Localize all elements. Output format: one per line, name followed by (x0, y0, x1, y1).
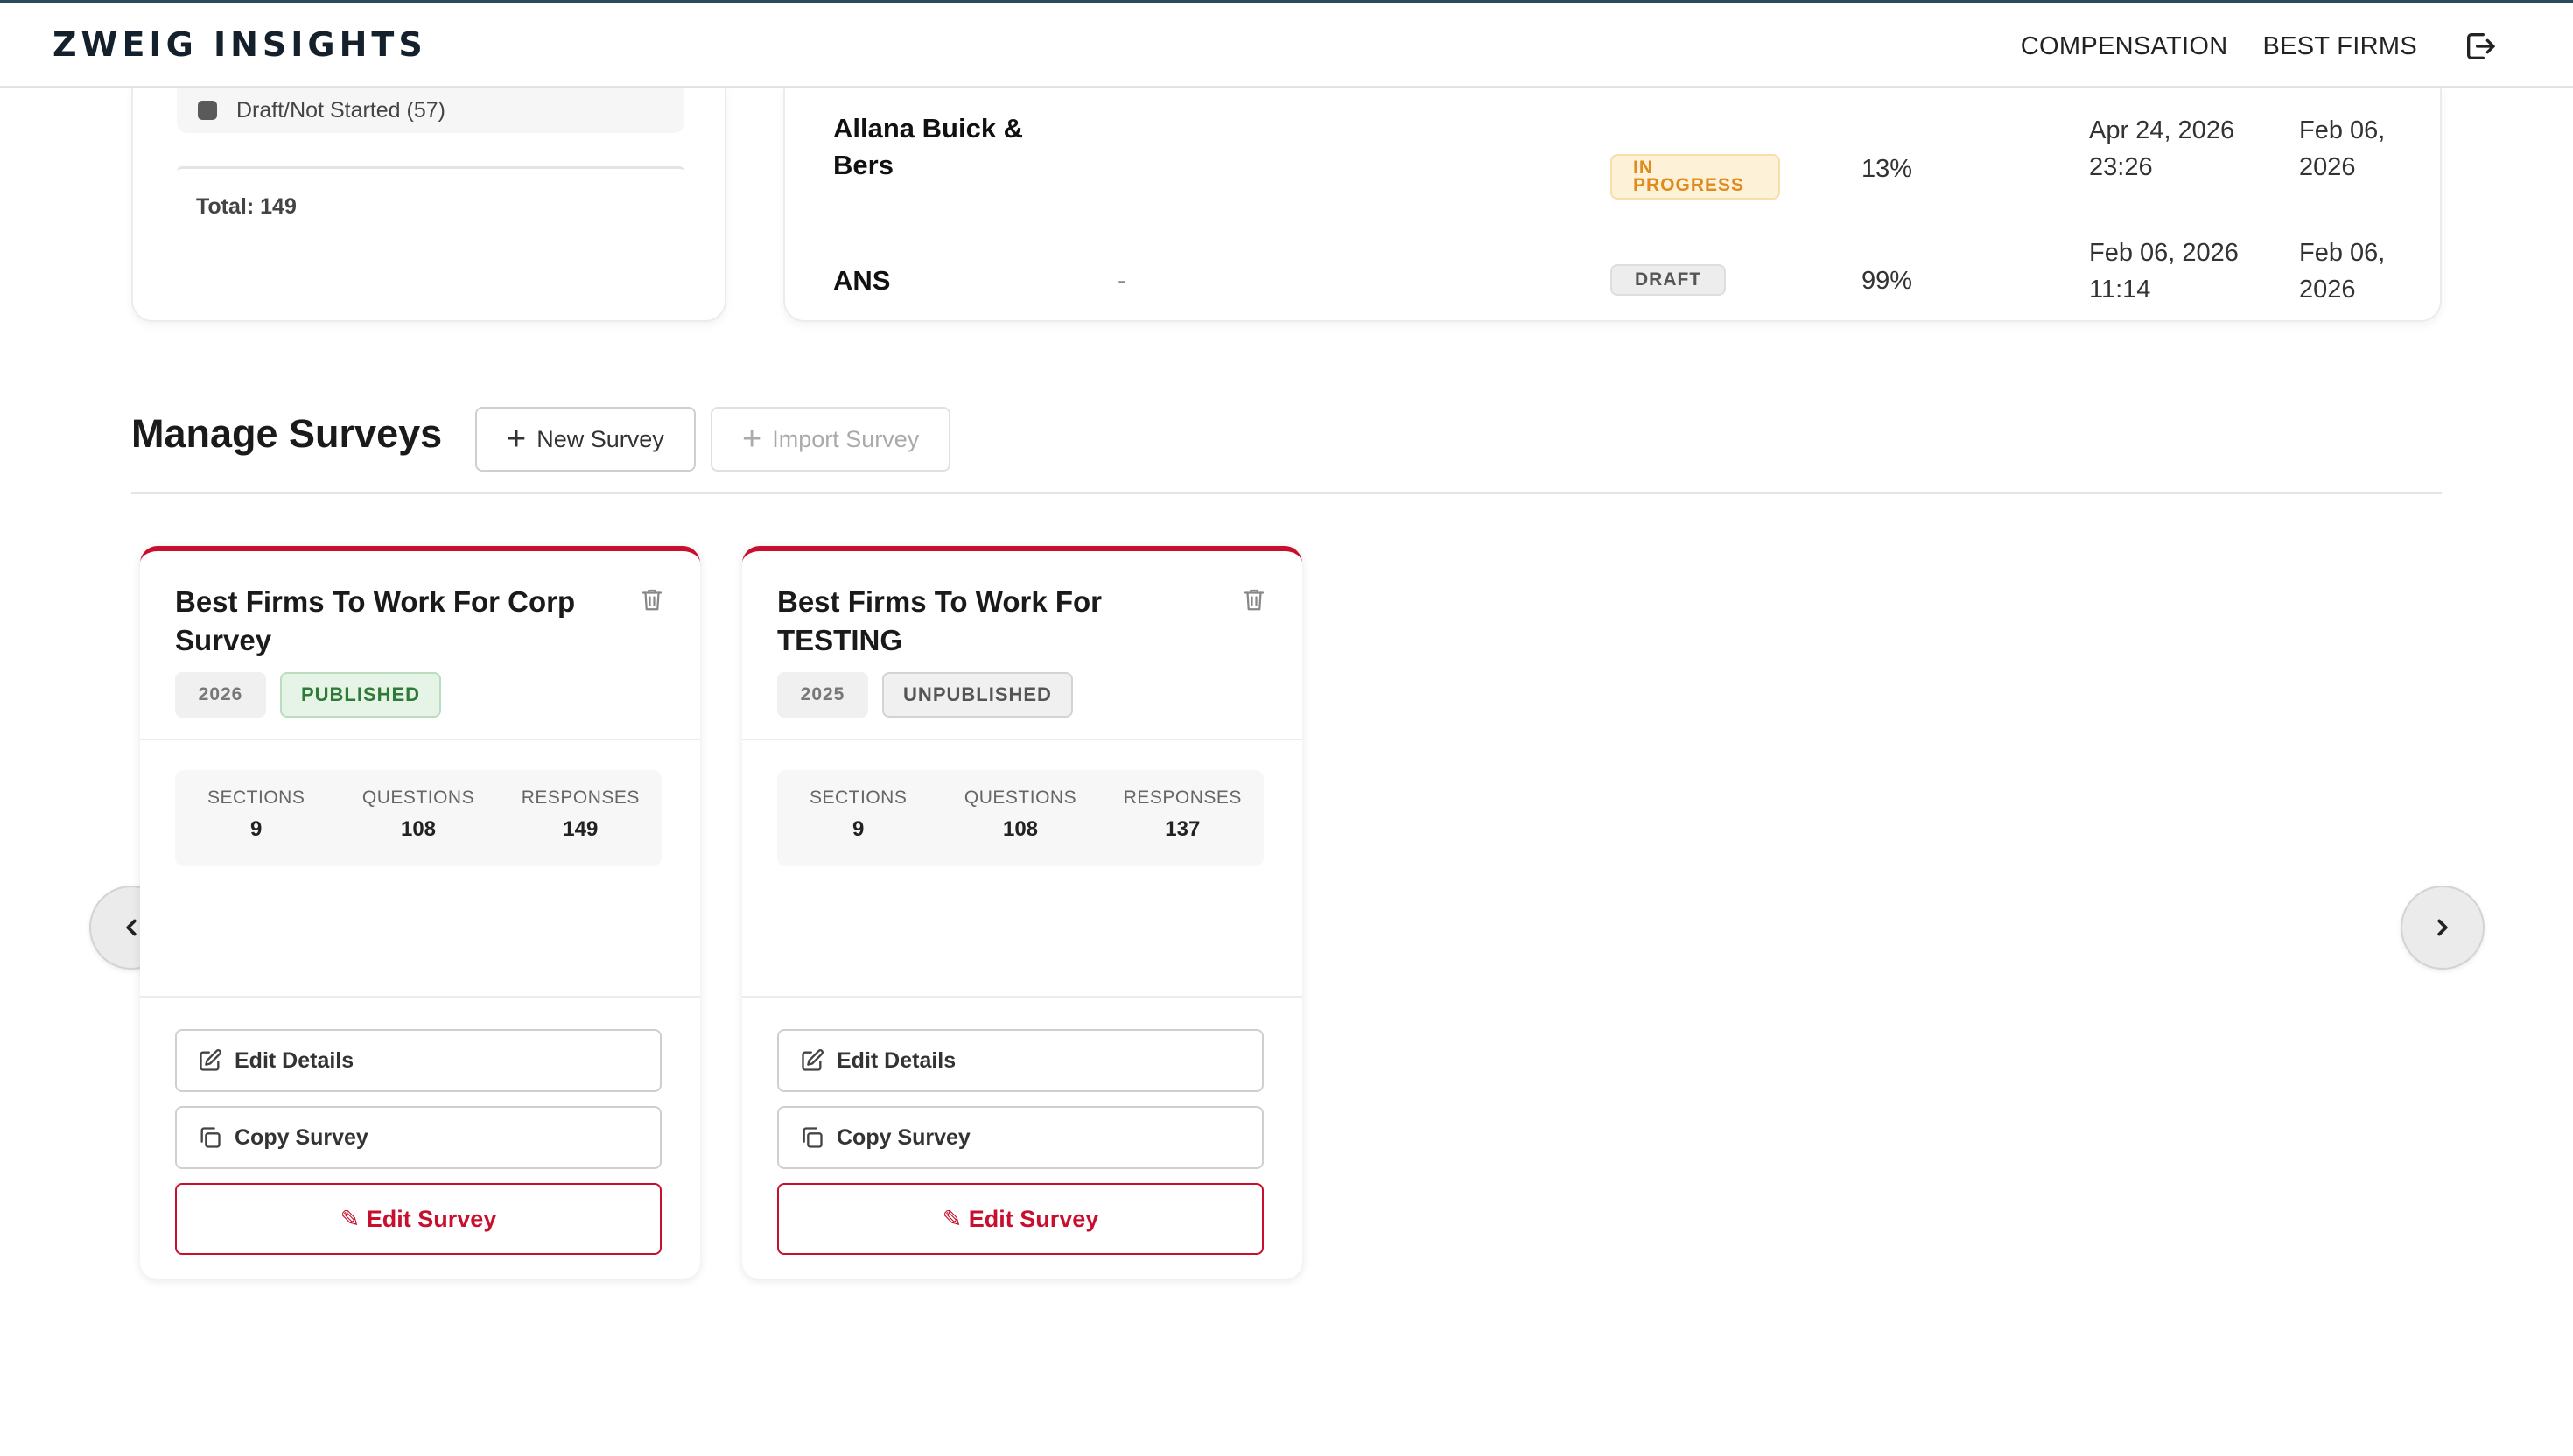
created-date: Feb 06, 2026 (2299, 239, 2386, 304)
firm-name: Allana Buick & Bers (833, 113, 1024, 180)
stat-sections: SECTIONS 9 (175, 770, 337, 866)
divider (140, 738, 700, 740)
plus-icon: + (742, 421, 762, 458)
created-date: Feb 06, 2026 (2299, 116, 2386, 181)
trash-icon[interactable] (639, 584, 665, 614)
edit-details-button[interactable]: Edit Details (777, 1029, 1264, 1092)
status-badge: UNPUBLISHED (882, 672, 1073, 718)
plus-icon: + (507, 421, 527, 458)
stat-responses: RESPONSES 137 (1102, 770, 1264, 866)
status-summary-card: Draft/Not Started (57) Total: 149 (131, 88, 726, 322)
total-count: Total: 149 (196, 194, 297, 219)
last-updated: Feb 06, 2026 11:14 (2089, 239, 2239, 304)
survey-title: Best Firms To Work For Corp Survey (175, 585, 576, 656)
stat-value: 149 (563, 817, 599, 841)
divider (177, 166, 684, 172)
edit-details-button[interactable]: Edit Details (175, 1029, 662, 1092)
firm-name: ANS (833, 265, 891, 296)
legend-item-draft: Draft/Not Started (57) (177, 88, 684, 133)
table-row[interactable]: ANS - DRAFT 99% Feb 06, 2026 11:14 Feb 0… (785, 239, 2440, 320)
stat-label: QUESTIONS (361, 788, 475, 808)
import-survey-button[interactable]: + Import Survey (711, 407, 951, 472)
responses-table-card: Allana Buick & Bers IN PROGRESS 13% Apr … (783, 88, 2442, 322)
nav-compensation[interactable]: COMPENSATION (2021, 32, 2228, 61)
table-row[interactable]: Allana Buick & Bers IN PROGRESS 13% Apr … (785, 110, 2440, 206)
new-survey-button[interactable]: + New Survey (475, 407, 696, 472)
year-badge: 2026 (175, 672, 266, 718)
copy-icon (803, 1127, 823, 1148)
brand-logo[interactable]: ZWEIG INSIGHTS (53, 25, 427, 64)
legend-swatch (198, 101, 217, 120)
contact-value: - (1118, 267, 1126, 295)
divider (742, 738, 1302, 740)
edit-icon (200, 1049, 221, 1071)
import-survey-label: Import Survey (772, 425, 920, 452)
nav-best-firms[interactable]: BEST FIRMS (2263, 32, 2418, 61)
survey-title: Best Firms To Work For TESTING (777, 585, 1102, 656)
stat-value: 108 (400, 817, 437, 841)
status-badge: PUBLISHED (280, 672, 441, 718)
edit-survey-button[interactable]: ✎ Edit Survey (777, 1183, 1264, 1255)
progress-value: 99% (1861, 267, 1913, 295)
status-badge: IN PROGRESS (1610, 154, 1780, 200)
copy-survey-label: Copy Survey (837, 1124, 971, 1150)
stat-value: 137 (1165, 817, 1201, 841)
edit-icon (802, 1049, 824, 1071)
legend-label: Draft/Not Started (57) (236, 97, 445, 122)
stat-questions: QUESTIONS 108 (939, 770, 1101, 866)
copy-survey-button[interactable]: Copy Survey (175, 1106, 662, 1169)
year-badge: 2025 (777, 672, 868, 718)
stat-sections: SECTIONS 9 (777, 770, 939, 866)
survey-card: Best Firms To Work For TESTING 2025 UNPU… (742, 546, 1302, 1279)
stat-label: QUESTIONS (964, 788, 1077, 808)
carousel-next-button[interactable] (2401, 886, 2485, 970)
copy-icon (200, 1127, 221, 1148)
stat-label: RESPONSES (1123, 788, 1242, 808)
logout-icon[interactable] (2463, 29, 2498, 64)
survey-stats: SECTIONS 9 QUESTIONS 108 RESPONSES 149 (175, 770, 662, 866)
divider (140, 996, 700, 998)
progress-value: 13% (1861, 155, 1913, 183)
chevron-right-icon (2437, 919, 2448, 936)
copy-survey-label: Copy Survey (235, 1124, 368, 1150)
survey-stats: SECTIONS 9 QUESTIONS 108 RESPONSES 137 (777, 770, 1264, 866)
stat-label: RESPONSES (521, 788, 640, 808)
stat-responses: RESPONSES 149 (500, 770, 662, 866)
copy-survey-button[interactable]: Copy Survey (777, 1106, 1264, 1169)
divider (742, 996, 1302, 998)
section-divider (131, 492, 2442, 494)
section-title: Manage Surveys (131, 411, 443, 456)
main-nav: COMPENSATION BEST FIRMS (2021, 29, 2498, 64)
stat-value: 9 (249, 817, 263, 841)
survey-card: Best Firms To Work For Corp Survey 2026 … (140, 546, 700, 1279)
new-survey-label: New Survey (536, 425, 664, 452)
last-updated: Apr 24, 2026 23:26 (2089, 116, 2235, 181)
trash-icon[interactable] (1241, 584, 1267, 614)
edit-details-label: Edit Details (235, 1047, 354, 1073)
stat-value: 108 (1002, 817, 1039, 841)
stat-label: SECTIONS (207, 788, 305, 808)
edit-survey-button[interactable]: ✎ Edit Survey (175, 1183, 662, 1255)
stat-questions: QUESTIONS 108 (337, 770, 499, 866)
stat-value: 9 (852, 817, 865, 841)
stat-label: SECTIONS (809, 788, 908, 808)
status-badge: DRAFT (1610, 264, 1727, 296)
edit-details-label: Edit Details (837, 1047, 957, 1073)
top-navbar: ZWEIG INSIGHTS COMPENSATION BEST FIRMS (0, 0, 2573, 88)
